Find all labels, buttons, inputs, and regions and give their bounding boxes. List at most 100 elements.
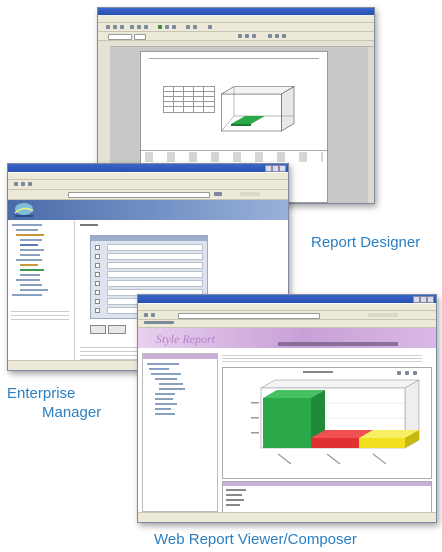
save-icon[interactable] (120, 25, 124, 29)
detail-band-divider (141, 150, 327, 151)
align-right-icon[interactable] (282, 34, 286, 38)
table-row (226, 489, 246, 491)
align-center-icon[interactable] (275, 34, 279, 38)
tree-item[interactable] (149, 368, 169, 370)
links-button[interactable] (240, 192, 260, 196)
forward-icon[interactable] (151, 313, 155, 317)
em-add-button[interactable] (90, 325, 106, 334)
tree-footer-text (11, 311, 69, 321)
image-icon[interactable] (172, 25, 176, 29)
address-input[interactable] (178, 313, 320, 319)
go-button[interactable] (214, 192, 222, 196)
designer-3d-chart[interactable] (221, 86, 295, 132)
new-icon[interactable] (106, 25, 110, 29)
copy-icon[interactable] (137, 25, 141, 29)
cut-icon[interactable] (130, 25, 134, 29)
wv-links-bar (138, 320, 436, 328)
item-checkbox[interactable] (95, 245, 100, 250)
em-remove-button[interactable] (108, 325, 126, 334)
maximize-icon[interactable] (420, 296, 427, 303)
bold-icon[interactable] (238, 34, 242, 38)
em-footer-note (80, 347, 142, 361)
zoom-icon[interactable] (208, 25, 212, 29)
wv-tree-header (143, 354, 217, 359)
tree-item[interactable] (147, 363, 179, 365)
tree-item[interactable] (20, 269, 44, 271)
list-item[interactable] (107, 253, 203, 260)
forward-icon[interactable] (21, 182, 25, 186)
item-checkbox[interactable] (95, 290, 100, 295)
tree-item[interactable] (16, 229, 38, 231)
minimize-icon[interactable] (413, 296, 420, 303)
grid-icon[interactable] (193, 25, 197, 29)
tree-item[interactable] (16, 279, 40, 281)
open-icon[interactable] (113, 25, 117, 29)
underline-icon[interactable] (252, 34, 256, 38)
address-input[interactable] (68, 192, 210, 198)
tree-item[interactable] (20, 264, 38, 266)
tree-item[interactable] (155, 413, 175, 415)
report-designer-menubar (98, 16, 374, 23)
tree-item[interactable] (151, 373, 181, 375)
back-icon[interactable] (144, 313, 148, 317)
item-checkbox[interactable] (95, 272, 100, 277)
tree-item[interactable] (155, 393, 175, 395)
tree-item[interactable] (155, 408, 171, 410)
go-button[interactable] (368, 313, 398, 317)
report-designer-titlebar (98, 8, 374, 15)
text-icon[interactable] (186, 25, 190, 29)
table-icon[interactable] (165, 25, 169, 29)
tree-item[interactable] (20, 274, 40, 276)
chart-title (303, 371, 333, 373)
tree-item[interactable] (20, 254, 40, 256)
list-item[interactable] (107, 244, 203, 251)
tree-item[interactable] (155, 378, 177, 380)
em-address-bar (8, 190, 288, 200)
maximize-icon[interactable] (272, 165, 279, 172)
chart-tool-icon[interactable] (413, 371, 417, 375)
italic-icon[interactable] (245, 34, 249, 38)
designer-scrollbar[interactable] (368, 47, 374, 203)
wv-tree-panel (142, 353, 218, 512)
back-icon[interactable] (14, 182, 18, 186)
paste-icon[interactable] (144, 25, 148, 29)
tree-item[interactable] (155, 398, 173, 400)
item-checkbox[interactable] (95, 308, 100, 313)
item-checkbox[interactable] (95, 263, 100, 268)
list-item[interactable] (107, 271, 203, 278)
item-checkbox[interactable] (95, 281, 100, 286)
tree-item[interactable] (159, 383, 183, 385)
minimize-icon[interactable] (265, 165, 272, 172)
close-icon[interactable] (279, 165, 286, 172)
tree-item[interactable] (12, 224, 42, 226)
chart-tool-icon[interactable] (405, 371, 409, 375)
close-icon[interactable] (427, 296, 434, 303)
wv-toolbar (138, 311, 436, 320)
item-checkbox[interactable] (95, 254, 100, 259)
tree-item[interactable] (155, 403, 177, 405)
page-header-band (149, 58, 319, 59)
chart-icon[interactable] (158, 25, 162, 29)
report-designer-toolbar-2 (98, 32, 374, 41)
tree-item[interactable] (16, 234, 44, 236)
item-checkbox[interactable] (95, 299, 100, 304)
list-item[interactable] (107, 280, 203, 287)
tree-item[interactable] (159, 388, 185, 390)
wv-banner-strip (278, 342, 398, 346)
tree-item[interactable] (20, 249, 44, 251)
chart-tool-icon[interactable] (397, 371, 401, 375)
tree-item[interactable] (16, 259, 42, 261)
list-item[interactable] (107, 262, 203, 269)
refresh-icon[interactable] (28, 182, 32, 186)
font-select[interactable] (108, 34, 132, 40)
tree-item[interactable] (12, 294, 42, 296)
em-list-header (91, 236, 207, 241)
size-select[interactable] (134, 34, 146, 40)
align-left-icon[interactable] (268, 34, 272, 38)
tree-item[interactable] (20, 244, 38, 246)
links-item[interactable] (144, 321, 174, 324)
tree-item[interactable] (20, 289, 48, 291)
tree-item[interactable] (20, 239, 42, 241)
table-cell[interactable] (203, 106, 215, 113)
tree-item[interactable] (20, 284, 42, 286)
